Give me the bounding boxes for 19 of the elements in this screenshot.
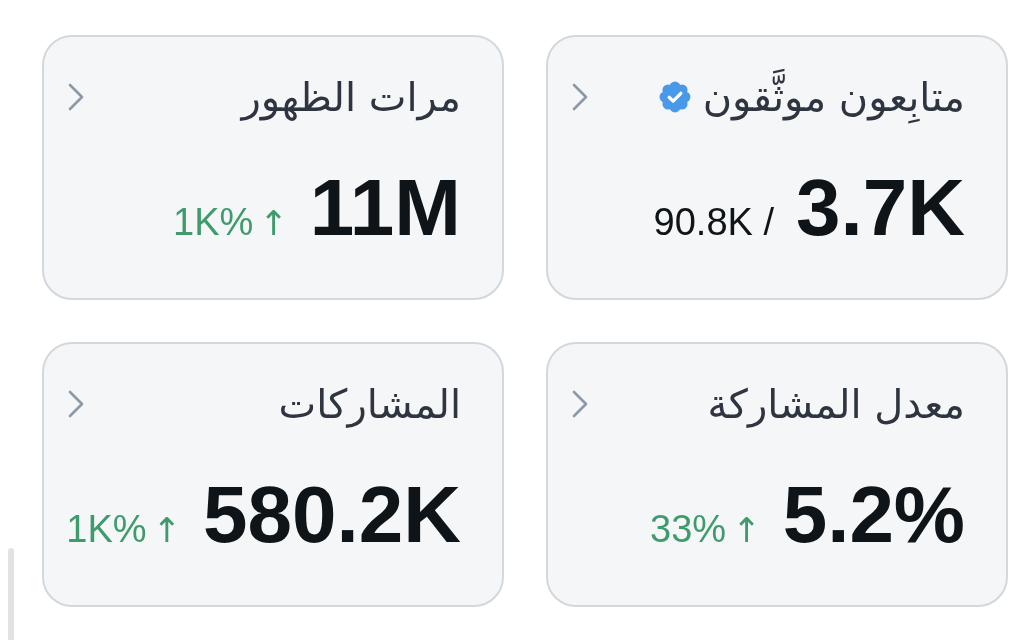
chevron-right-icon (68, 390, 84, 418)
stat-value: 5.2% (782, 475, 965, 555)
chevron-right-icon (572, 390, 588, 418)
change-percent: 1K% (66, 508, 147, 551)
up-arrow: ↑ (152, 510, 182, 550)
change-percent: 1K% (173, 201, 254, 244)
up-arrow: ↑ (732, 510, 761, 550)
card-title: مرات الظهور (241, 73, 461, 121)
change-percent: 33% (650, 508, 727, 551)
card-title: المشاركات (278, 380, 461, 428)
chevron-right-icon (572, 83, 588, 111)
stat-value: 580.2K (203, 475, 461, 555)
stat-total: 90.8K / (653, 201, 774, 244)
chevron-right-icon (68, 83, 84, 111)
stat-value: 11M (309, 168, 461, 248)
up-arrow: ↑ (259, 203, 288, 243)
card-title: معدل المشاركة (707, 380, 965, 428)
scrollbar-thumb[interactable] (8, 548, 14, 640)
stat-value: 3.7K (796, 168, 965, 248)
